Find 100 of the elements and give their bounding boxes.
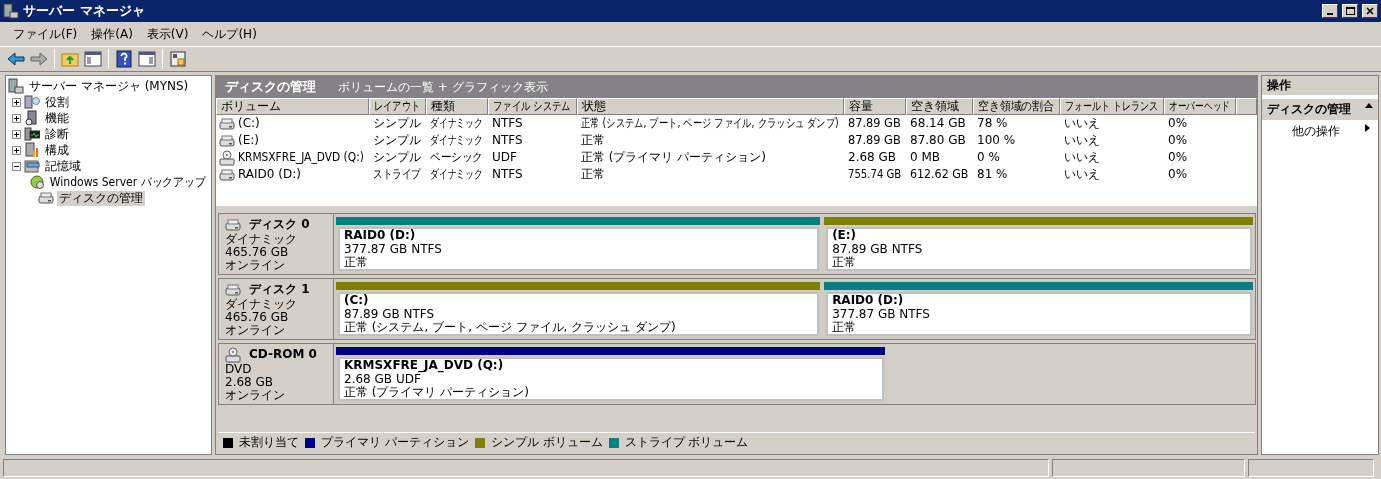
disk-detail: 465.76 GB <box>225 311 290 325</box>
back-button[interactable] <box>6 49 26 69</box>
collapse-icon <box>12 161 21 171</box>
table-cell: ダイナミック <box>430 133 483 148</box>
forward-button[interactable] <box>29 49 49 69</box>
tree-item[interactable]: 診断 <box>43 126 71 142</box>
close-icon <box>1366 7 1374 15</box>
table-cell: シンプル <box>373 133 421 148</box>
table-cell: 100 % <box>977 133 1016 148</box>
table-cell: 正常 <box>581 133 605 148</box>
partition[interactable]: (C:) 87.89 GB NTFS 正常 (システム, ブート, ページ ファイル, クラッシュ ダンプ) <box>334 279 823 339</box>
table-cell: 87.89 GB <box>848 116 901 131</box>
partition[interactable]: RAID0 (D:) 377.87 GB NTFS 正常 <box>822 279 1255 339</box>
table-cell: (C:) <box>238 116 260 131</box>
drive-icon <box>225 217 241 233</box>
minimize-button[interactable] <box>1322 4 1338 18</box>
properties-button[interactable] <box>168 49 188 69</box>
partition-name: (C:) <box>344 294 370 308</box>
table-cell: 0 MB <box>910 150 941 165</box>
tree-item[interactable]: サーバー マネージャ (MYNS) <box>27 78 191 94</box>
disk-detail: 465.76 GB <box>225 246 290 260</box>
table-cell: 2.68 GB <box>848 150 897 165</box>
features-icon <box>24 110 40 126</box>
expand-toggle[interactable] <box>12 161 21 171</box>
menu-item[interactable]: 表示(V) <box>139 24 196 44</box>
menu-item[interactable]: 操作(A) <box>84 24 140 44</box>
table-cell: ダイナミック <box>430 116 483 131</box>
disk-name: ディスク 1 <box>249 283 310 297</box>
legend-label: 未割り当て <box>239 435 299 450</box>
diagnostics-icon <box>24 126 40 142</box>
column-header[interactable]: 状態 <box>582 99 606 114</box>
expand-toggle[interactable] <box>12 113 21 123</box>
expand-icon <box>12 129 21 139</box>
table-cell: 87.89 GB <box>848 133 901 148</box>
table-cell: シンプル <box>373 150 421 165</box>
cd-drive-icon <box>219 149 235 166</box>
help-icon <box>115 50 133 68</box>
action-item[interactable]: 他の操作 <box>1262 120 1378 143</box>
menu-item[interactable]: ヘルプ(H) <box>195 24 264 44</box>
collapse-arrow-icon <box>1365 102 1373 108</box>
tree-item[interactable]: 機能 <box>43 110 71 126</box>
expand-toggle[interactable] <box>12 97 21 107</box>
expand-toggle[interactable] <box>12 129 21 139</box>
table-cell: NTFS <box>492 133 523 148</box>
legend-label: シンプル ボリューム <box>490 435 603 450</box>
menu-item[interactable]: ファイル(F) <box>6 24 85 44</box>
tree-item[interactable]: ディスクの管理 <box>57 190 145 206</box>
legend-label: ストライプ ボリューム <box>624 435 749 450</box>
actions-section[interactable]: ディスクの管理 <box>1262 99 1378 120</box>
table-cell: 87.80 GB <box>910 133 966 148</box>
table-cell: RAID0 (D:) <box>238 167 301 182</box>
disk-detail: オンライン <box>225 324 286 338</box>
expand-toggle[interactable] <box>12 145 21 155</box>
disk-name: CD-ROM 0 <box>249 348 317 362</box>
roles-icon <box>24 94 40 110</box>
table-cell: 0 % <box>977 150 1000 165</box>
partition[interactable]: KRMSXFRE_JA_DVD (Q:) 2.68 GB UDF 正常 (プライマリ パーティション) <box>334 344 887 404</box>
back-icon <box>7 50 25 68</box>
partition-name: RAID0 (D:) <box>344 229 417 243</box>
drive-icon <box>219 115 235 132</box>
help-button[interactable] <box>114 49 134 69</box>
folder-up-icon <box>61 50 79 68</box>
disk-detail: オンライン <box>225 389 286 403</box>
properties-icon <box>169 50 187 68</box>
maximize-button[interactable] <box>1342 4 1358 18</box>
tree-item[interactable]: 記憶域 <box>43 158 83 174</box>
maximize-icon <box>1345 7 1355 15</box>
server-icon <box>8 78 24 94</box>
close-button[interactable] <box>1362 4 1378 18</box>
table-cell: KRMSXFRE_JA_DVD (Q:) <box>238 150 364 165</box>
panel-title: ディスクの管理 <box>225 78 316 96</box>
partition-status: 正常 <box>344 255 369 269</box>
disk-detail: 2.68 GB <box>225 376 275 390</box>
partition[interactable]: RAID0 (D:) 377.87 GB NTFS 正常 <box>334 214 823 274</box>
drive-icon <box>219 132 235 149</box>
table-cell: 正常 (システム, ブート, ページ ファイル, クラッシュ ダンプ) <box>581 116 839 131</box>
actions-title: 操作 <box>1262 76 1378 97</box>
panel-button[interactable] <box>137 49 157 69</box>
partition-size: 87.89 GB NTFS <box>344 307 436 321</box>
window-title: サーバー マネージャ <box>23 2 146 20</box>
app-icon <box>3 3 19 19</box>
table-cell: ベーシック <box>430 150 483 165</box>
tree-item[interactable]: 構成 <box>43 142 71 158</box>
partition-name: (E:) <box>832 229 858 243</box>
tree-item[interactable]: 役割 <box>43 94 71 110</box>
partition[interactable]: (E:) 87.89 GB NTFS 正常 <box>822 214 1255 274</box>
panel-button[interactable] <box>83 49 103 69</box>
table-cell: UDF <box>492 150 517 165</box>
table-cell: 68.14 GB <box>910 116 966 131</box>
cd-drive-icon <box>225 347 241 363</box>
tree-item[interactable]: Windows Server バックアップ <box>48 174 208 190</box>
expand-icon <box>12 145 21 155</box>
table-cell: 正常 (プライマリ パーティション) <box>581 150 766 165</box>
partition-status: 正常 (プライマリ パーティション) <box>344 385 530 399</box>
table-cell: いいえ <box>1064 133 1100 148</box>
disk-detail: ダイナミック <box>225 233 298 247</box>
partition-status: 正常 (システム, ブート, ページ ファイル, クラッシュ ダンプ) <box>344 320 677 334</box>
table-cell: 0% <box>1168 167 1188 182</box>
table-cell: 0% <box>1168 150 1188 165</box>
table-cell: 81 % <box>977 167 1008 182</box>
